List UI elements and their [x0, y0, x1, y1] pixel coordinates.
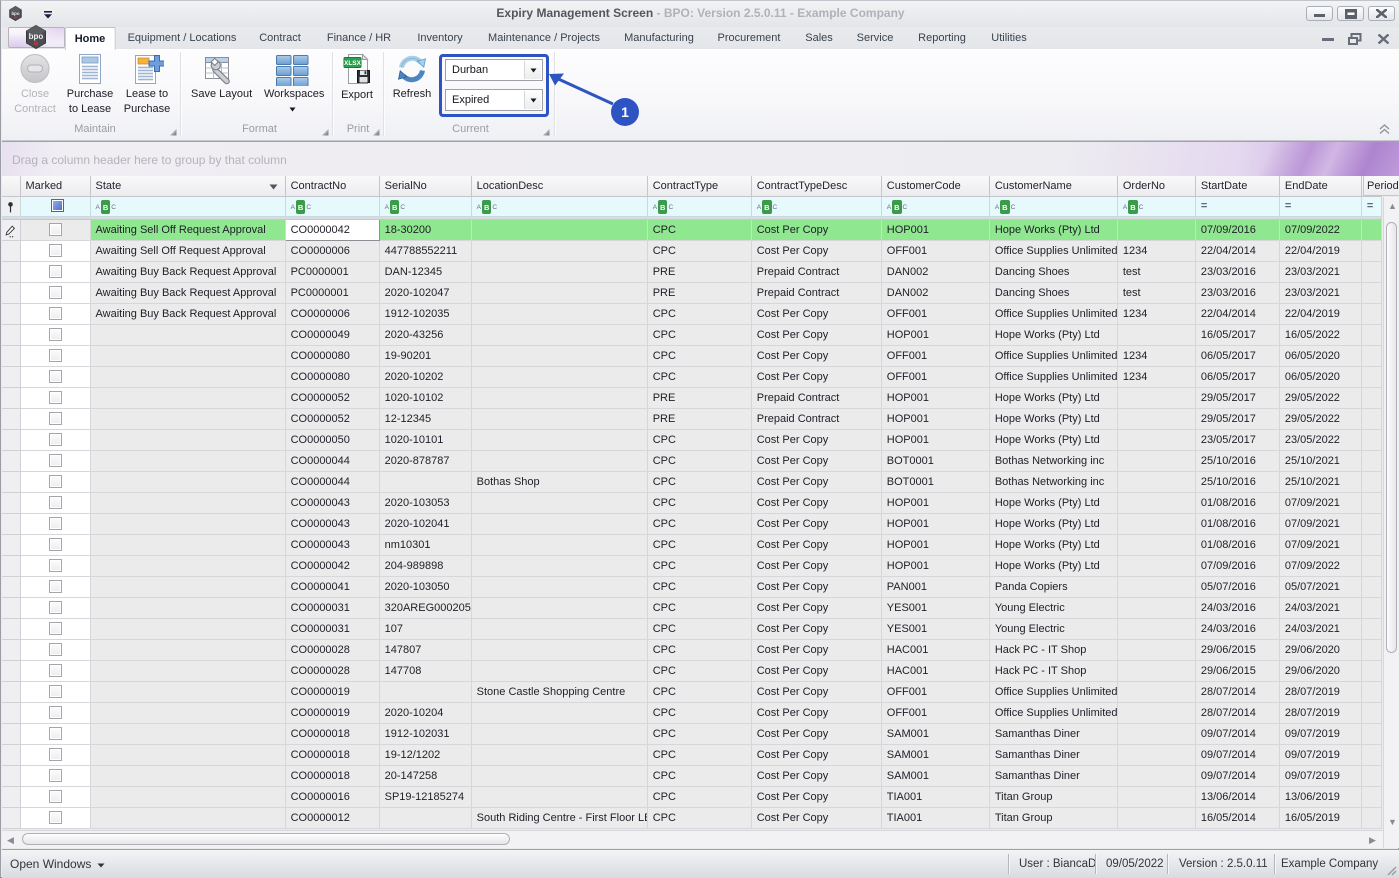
svg-text:1: 1 [621, 104, 629, 120]
svg-text:XLSX: XLSX [344, 60, 362, 67]
svg-text:bpo: bpo [29, 32, 44, 41]
